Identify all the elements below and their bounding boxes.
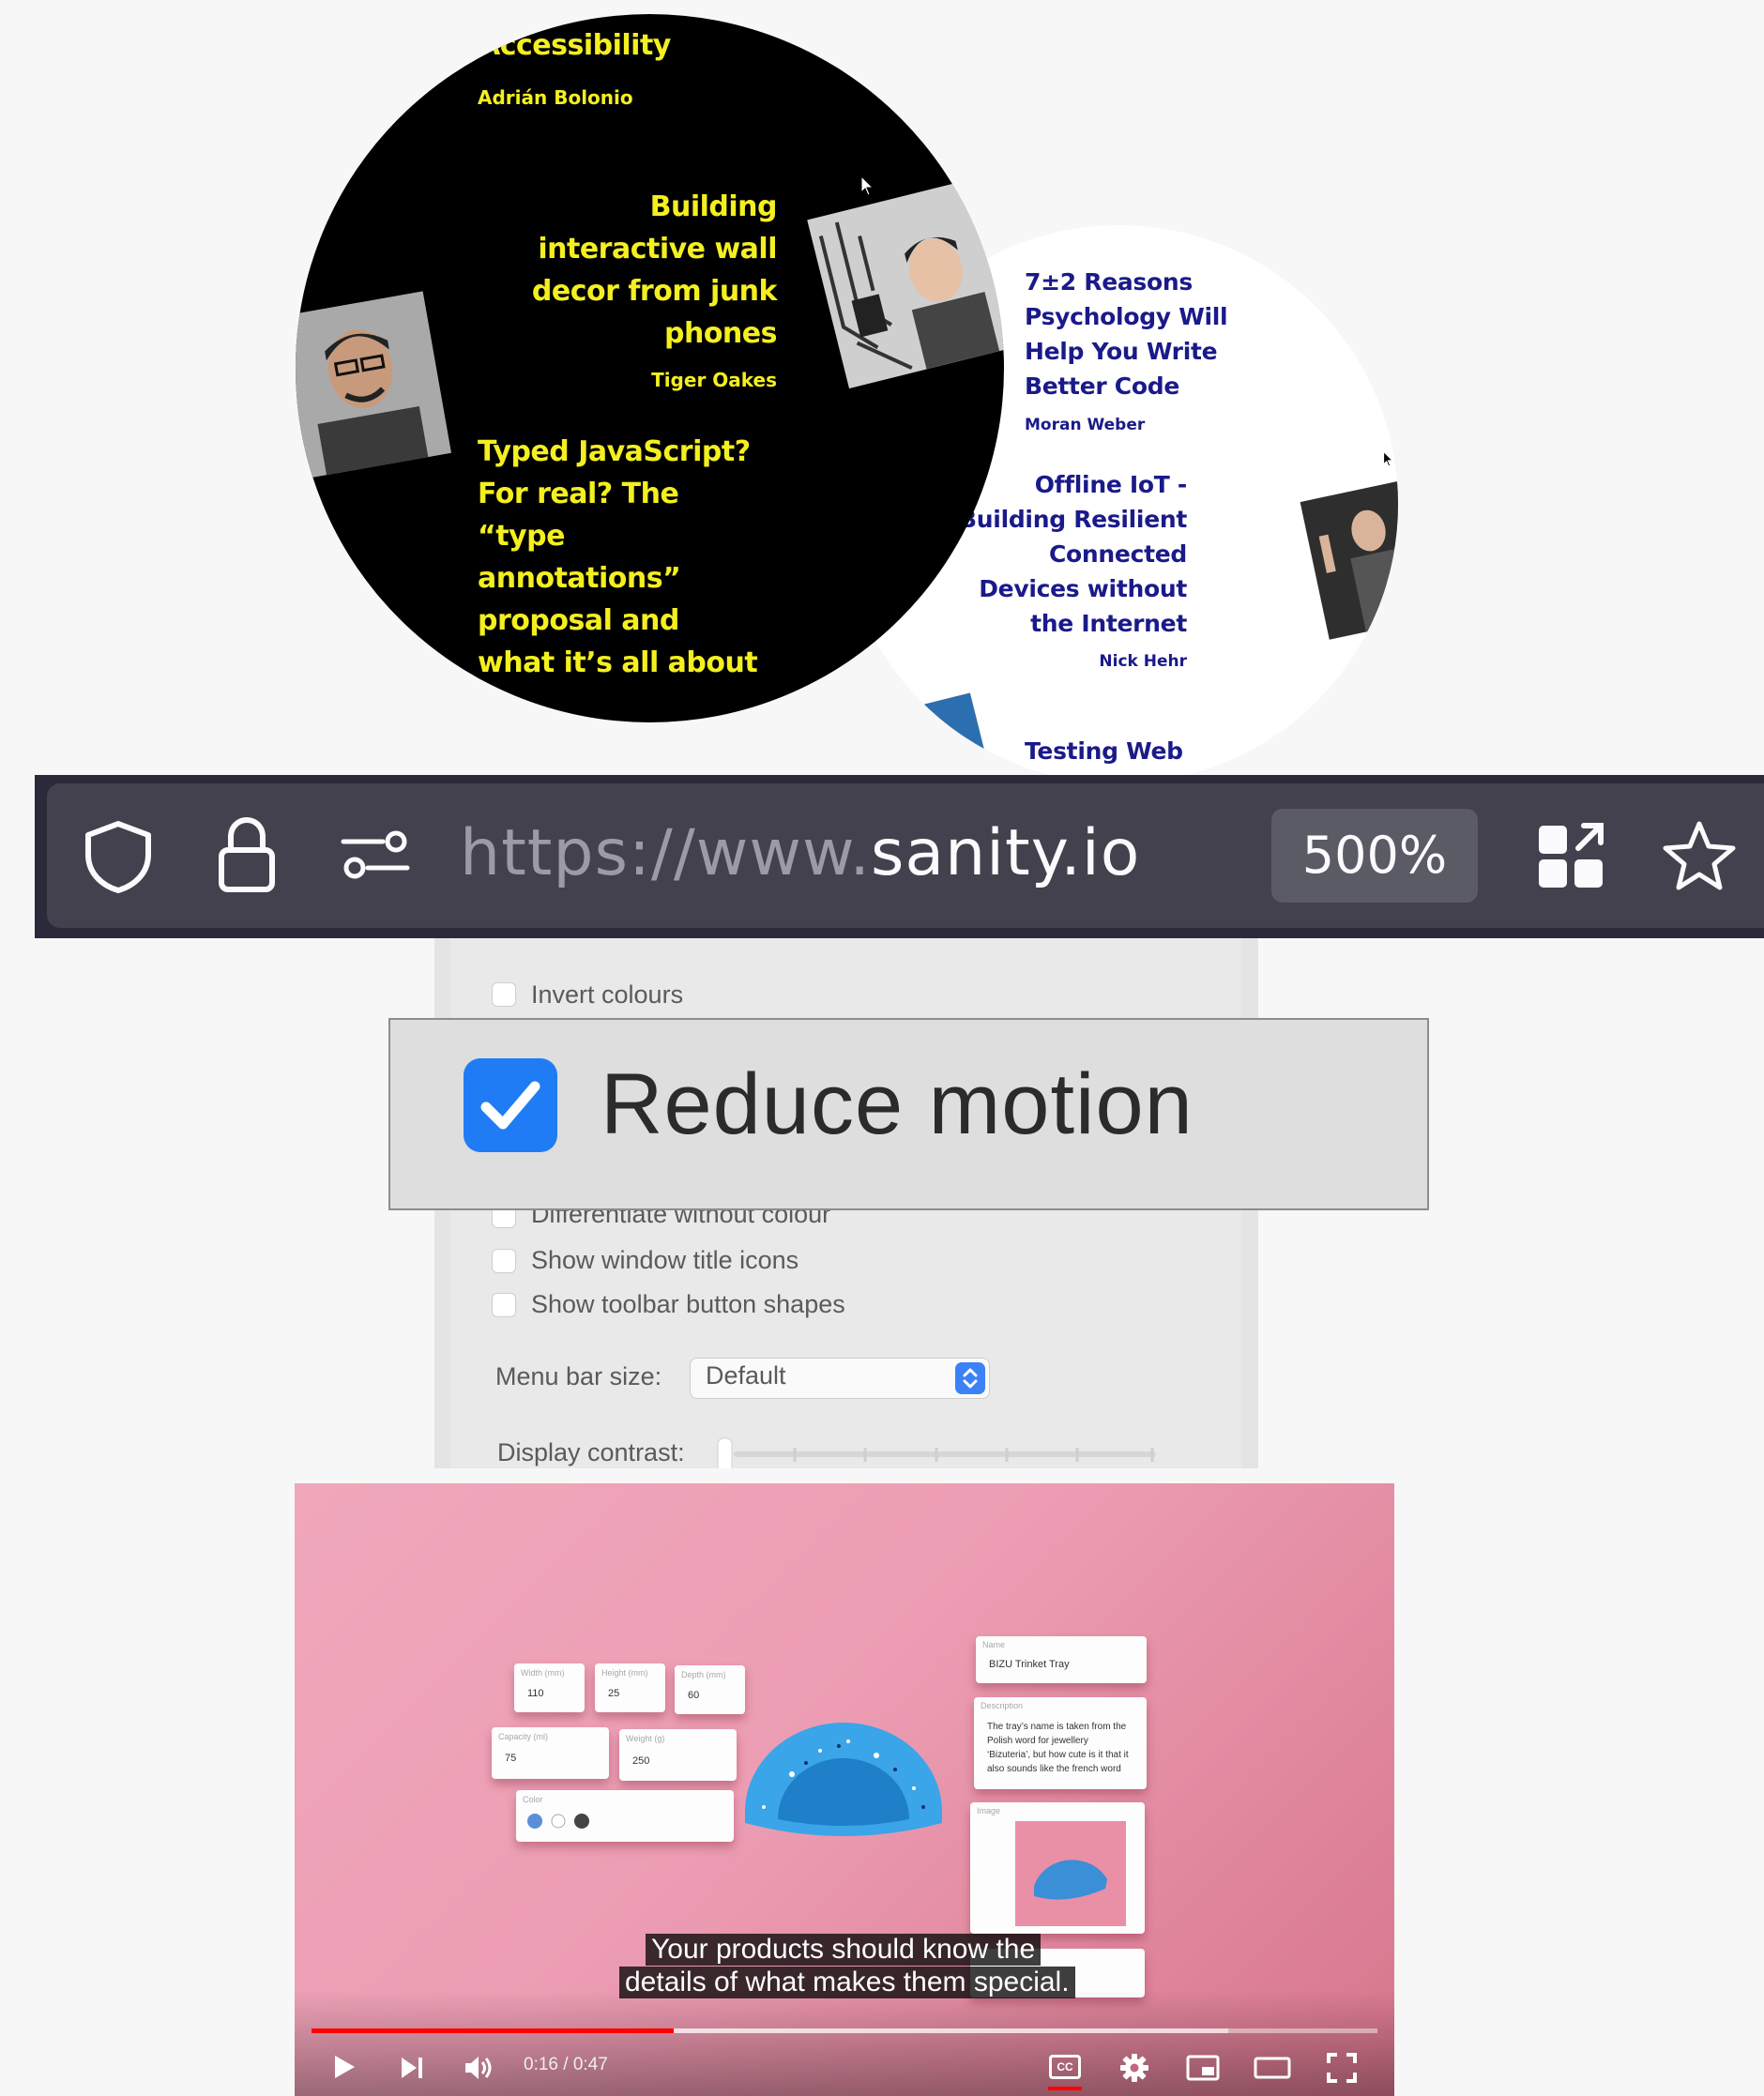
captions-button[interactable]: CC [1049,2055,1081,2079]
next-icon[interactable] [399,2055,425,2081]
volume-icon[interactable] [464,2054,494,2082]
width-field: Width (mm) 110 [514,1663,585,1712]
progress-played [312,2028,674,2033]
reduce-motion-label: Reduce motion [601,1056,1194,1152]
talk-title-psychology: 7±2 Reasons Psychology Will Help You Wri… [1025,268,1228,400]
talk-circle-dark: Accessibility Adrián Bolonio Building in… [296,14,1004,722]
mouse-cursor-icon [1383,451,1393,467]
display-contrast-label: Display contrast: [497,1438,685,1466]
speaker-photo-nick-hehr [1300,480,1398,640]
show-toolbar-button-shapes-label: Show toolbar button shapes [531,1290,845,1318]
show-toolbar-button-shapes-checkbox[interactable] [492,1293,516,1317]
shield-icon[interactable] [83,819,154,894]
image-field: Image [970,1802,1145,1934]
invert-colours-checkbox[interactable] [492,982,516,1007]
name-field: Name BIZU Trinket Tray [976,1636,1147,1683]
depth-field: Depth (mm) 60 [675,1665,745,1714]
zoom-level-button[interactable]: 500% [1271,809,1478,903]
talk-title-offline-iot: Offline IoT - Building Resilient Connect… [959,471,1187,637]
caption-line-1: Your products should know the [646,1934,1042,1966]
talk-title-typed-js: Typed JavaScript? For real? The “type an… [478,435,758,679]
miniplayer-icon[interactable] [1186,2055,1220,2081]
display-contrast-slider[interactable] [713,1434,1159,1468]
capacity-field: Capacity (ml) 75 [492,1727,609,1779]
show-window-title-icons-label: Show window title icons [531,1246,799,1274]
settings-gear-icon[interactable] [1119,2053,1149,2083]
theater-mode-icon[interactable] [1254,2057,1291,2079]
height-field: Height (mm) 25 [595,1663,665,1712]
lock-icon[interactable] [216,816,278,895]
fullscreen-icon[interactable] [1327,2053,1357,2083]
talk-title-testing: Testing Web [1025,737,1183,765]
star-icon[interactable] [1661,818,1738,893]
captions-active-indicator [1048,2087,1082,2090]
extensions-icon[interactable] [1537,822,1606,891]
talk-title-accessibility: Accessibility [479,29,671,62]
swatch-dark [574,1814,589,1829]
weight-field: Weight (g) 250 [619,1729,737,1781]
swatch-white [551,1814,566,1829]
checkmark-icon [480,1081,540,1130]
mouse-cursor-icon [860,175,874,196]
color-swatches [527,1814,589,1829]
video-player[interactable]: Width (mm) 110 Height (mm) 25 Depth (mm)… [295,1483,1394,2096]
talk-speaker-accessibility: Adrián Bolonio [478,86,633,109]
product-tray-image [745,1723,942,1836]
speaker-photo-typed-js [296,291,451,479]
swatch-blue [527,1814,542,1829]
menu-bar-size-value: Default [706,1361,786,1390]
description-field: Description The tray’s name is taken fro… [974,1697,1147,1789]
talk-speaker-wall-decor: Tiger Oakes [651,369,777,391]
permissions-icon[interactable] [340,828,411,881]
image-thumbnail [1015,1821,1126,1926]
speaker-photo-testing [870,692,997,783]
color-field: Color [516,1790,734,1842]
talk-speaker-offline-iot: Nick Hehr [1099,652,1187,671]
play-icon[interactable] [330,2053,358,2081]
talk-speaker-psychology: Moran Weber [1025,416,1146,434]
select-stepper-icon[interactable] [955,1362,985,1394]
speaker-photo-tiger-oakes [807,178,1004,389]
caption-line-2: details of what makes them special. [619,1967,1075,1998]
time-display: 0:16 / 0:47 [524,2055,608,2074]
show-window-title-icons-checkbox[interactable] [492,1249,516,1273]
menu-bar-size-label: Menu bar size: [495,1362,662,1390]
reduce-motion-checkbox[interactable] [464,1058,557,1152]
url-text[interactable]: https://www.sanity.io [460,816,1140,890]
talk-title-wall-decor: Building interactive wall decor from jun… [531,190,778,350]
invert-colours-label: Invert colours [531,980,684,1009]
